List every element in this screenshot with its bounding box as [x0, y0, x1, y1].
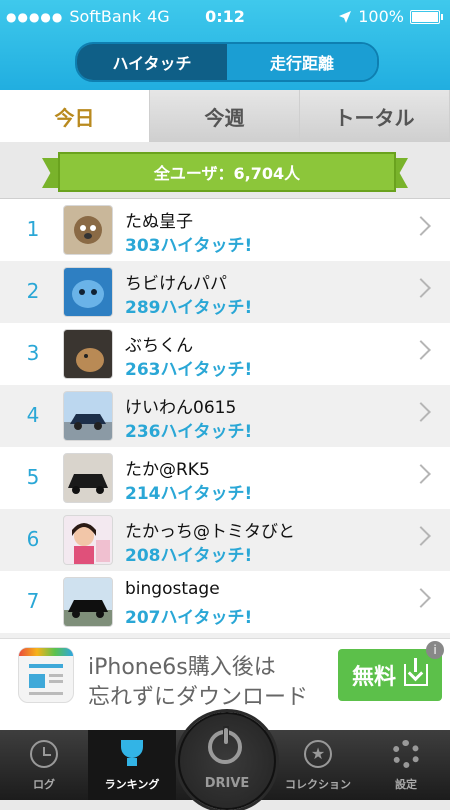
star-icon: ★ — [304, 740, 332, 768]
ranking-row[interactable]: 5 たか@RK5 214ハイタッチ! — [0, 447, 450, 510]
download-icon — [404, 658, 428, 686]
location-arrow-icon — [339, 10, 352, 23]
rank-number: 1 — [26, 217, 40, 241]
total-users-label: 全ユーザ：6,704人 — [58, 152, 396, 192]
high-touch-count: 303ハイタッチ! — [125, 236, 253, 256]
user-name: bingostage — [125, 579, 220, 599]
high-touch-count: 236ハイタッチ! — [125, 422, 253, 442]
ad-headline: iPhone6s購入後は — [88, 655, 276, 680]
ranking-list[interactable]: 1 たぬ皇子 303ハイタッチ! 2 ちビけんパパ 289ハイタッチ! 3 ぶち… — [0, 198, 450, 639]
tab-log[interactable]: ログ — [0, 730, 88, 800]
ad-info-icon[interactable]: i — [426, 641, 444, 659]
ranking-row[interactable]: 7 bingostage 207ハイタッチ! — [0, 571, 450, 634]
mode-segmented-control[interactable]: ハイタッチ 走行距離 — [75, 42, 379, 82]
tab-week[interactable]: 今週 — [150, 90, 300, 142]
rank-number: 5 — [26, 465, 40, 489]
user-name: たか@RK5 — [125, 460, 210, 480]
ad-subline: 忘れずにダウンロード — [88, 685, 309, 710]
user-name: たかっち@トミタびと — [125, 522, 295, 542]
high-touch-count: 214ハイタッチ! — [125, 484, 253, 504]
status-bar: ●●●●● SoftBank 4G 0:12 100% — [0, 0, 450, 34]
rank-number: 6 — [26, 527, 40, 551]
high-touch-count: 289ハイタッチ! — [125, 298, 253, 318]
ranking-row[interactable]: 3 ぶちくん 263ハイタッチ! — [0, 323, 450, 386]
tab-ranking-label: ランキング — [104, 778, 160, 791]
user-avatar — [63, 515, 113, 565]
user-avatar — [63, 453, 113, 503]
chevron-right-icon — [411, 216, 431, 236]
chevron-right-icon — [411, 464, 431, 484]
segment-distance[interactable]: 走行距離 — [227, 44, 377, 80]
user-name: ぶちくん — [125, 336, 194, 356]
chevron-right-icon — [411, 588, 431, 608]
tab-total[interactable]: トータル — [300, 90, 450, 142]
ranking-row[interactable]: 2 ちビけんパパ 289ハイタッチ! — [0, 261, 450, 324]
ranking-row[interactable]: 4 けいわん0615 236ハイタッチ! — [0, 385, 450, 448]
tab-collection-label: コレクション — [285, 778, 351, 791]
high-touch-count: 263ハイタッチ! — [125, 360, 253, 380]
tab-today[interactable]: 今日 — [0, 90, 150, 142]
rank-number: 4 — [26, 403, 40, 427]
user-avatar — [63, 205, 113, 255]
battery-icon — [410, 9, 443, 24]
tab-ranking[interactable]: ランキング — [88, 730, 176, 800]
ranking-row[interactable]: 6 たかっち@トミタびと 208ハイタッチ! — [0, 509, 450, 572]
chevron-right-icon — [411, 278, 431, 298]
user-name: けいわん0615 — [125, 398, 237, 418]
trophy-icon — [121, 740, 143, 766]
tab-log-label: ログ — [33, 778, 55, 791]
drive-button[interactable]: DRIVE — [178, 712, 276, 810]
top-bar: ●●●●● SoftBank 4G 0:12 100% ハイタッチ 走行距離 — [0, 0, 450, 90]
battery-percent: 100% — [358, 7, 404, 26]
high-touch-count: 207ハイタッチ! — [125, 608, 253, 628]
user-name: ちビけんパパ — [125, 274, 227, 294]
user-name: たぬ皇子 — [125, 212, 193, 232]
power-icon — [208, 726, 242, 764]
tab-settings[interactable]: 設定 — [362, 730, 450, 800]
tab-settings-label: 設定 — [395, 778, 417, 791]
rank-number: 3 — [26, 341, 40, 365]
rank-number: 7 — [26, 589, 40, 613]
high-touch-count: 208ハイタッチ! — [125, 546, 253, 566]
ad-button-label: 無料 — [351, 665, 396, 690]
chevron-right-icon — [411, 526, 431, 546]
drive-label: DRIVE — [204, 776, 250, 791]
chevron-right-icon — [411, 340, 431, 360]
ad-app-icon — [18, 647, 74, 703]
ranking-row[interactable]: 1 たぬ皇子 303ハイタッチ! — [0, 199, 450, 262]
clock-icon — [30, 740, 58, 768]
chevron-right-icon — [411, 402, 431, 422]
user-avatar — [63, 329, 113, 379]
user-avatar — [63, 267, 113, 317]
tab-collection[interactable]: ★ コレクション — [274, 730, 362, 800]
ad-download-button[interactable]: 無料 — [338, 649, 442, 701]
gear-icon — [392, 740, 420, 768]
user-avatar — [63, 391, 113, 441]
segment-high-touch[interactable]: ハイタッチ — [77, 44, 227, 80]
period-tabs: 今日 今週 トータル — [0, 90, 450, 142]
user-avatar — [63, 577, 113, 627]
rank-number: 2 — [26, 279, 40, 303]
total-users-banner: 全ユーザ：6,704人 — [42, 152, 408, 192]
